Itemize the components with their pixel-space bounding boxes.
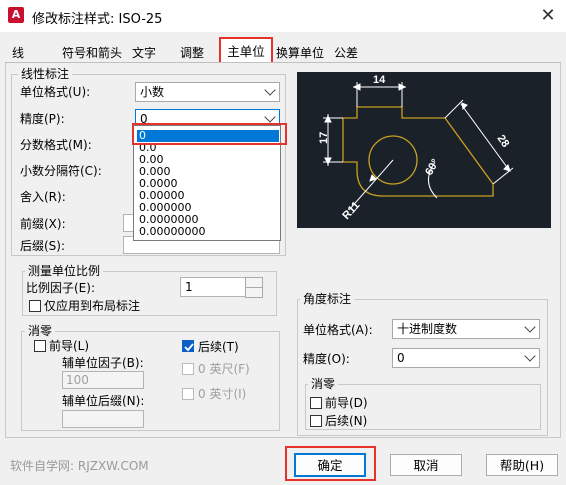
angular-unit-format-value: 十进制度数 — [397, 322, 458, 336]
help-button[interactable]: 帮助(H) — [486, 454, 558, 476]
tab-tolerances[interactable]: 公差 — [334, 44, 358, 62]
tab-text[interactable]: 文字 — [132, 44, 156, 62]
cancel-button[interactable]: 取消 — [390, 454, 462, 476]
precision-option[interactable]: 0.00000000 — [137, 226, 279, 238]
window-title: 修改标注样式: ISO-25 — [32, 12, 163, 27]
scale-factor-label: 比例因子(E): — [26, 281, 95, 295]
dim-angle-text: 60° — [423, 157, 442, 177]
sub-unit-suffix-input[interactable] — [62, 410, 144, 428]
precision-label: 精度(P): — [20, 112, 65, 126]
dim-diag-text: 28 — [495, 133, 512, 150]
angular-leading-checkbox[interactable] — [310, 397, 322, 409]
angular-precision-label: 精度(O): — [303, 352, 350, 366]
preview-pane: 14 17 28 60° R11 — [297, 72, 551, 228]
tab-primary-units[interactable]: 主单位 — [219, 37, 273, 64]
trailing-checkbox[interactable] — [182, 340, 194, 352]
angular-unit-format-label: 单位格式(A): — [303, 323, 373, 337]
dim-top-text: 14 — [373, 74, 386, 86]
tab-lines[interactable]: 线 — [12, 44, 24, 62]
trailing-label: 后续(T) — [198, 340, 239, 354]
tab-alternate-units[interactable]: 换算单位 — [276, 44, 324, 62]
unit-format-select[interactable]: 小数 — [135, 82, 280, 102]
zero-suppression-label: 消零 — [25, 324, 56, 338]
dim-radius-text: R11 — [340, 199, 362, 222]
app-icon: A — [8, 7, 24, 23]
feet-label: 0 英尺(F) — [198, 362, 250, 376]
sub-unit-suffix-label: 辅单位后缀(N): — [62, 394, 145, 408]
angular-trailing-label: 后续(N) — [325, 414, 368, 428]
angular-leading-label: 前导(D) — [325, 396, 368, 410]
angular-trailing-checkbox[interactable] — [310, 415, 322, 427]
roundoff-label: 舍入(R): — [20, 190, 66, 204]
angular-precision-value: 0 — [397, 351, 405, 365]
angular-dims-label: 角度标注 — [300, 292, 355, 306]
dim-left-text: 17 — [318, 132, 330, 144]
scale-factor-spinner[interactable] — [245, 277, 263, 298]
angular-zero-label: 消零 — [308, 377, 339, 391]
ok-highlight-box — [285, 446, 376, 481]
check-icon — [184, 343, 194, 352]
watermark: 软件自学网: RJZXW.COM — [10, 459, 149, 473]
leading-label: 前导(L) — [49, 339, 90, 353]
layout-only-checkbox[interactable] — [29, 300, 41, 312]
suffix-label: 后缀(S): — [20, 239, 66, 253]
chevron-down-icon — [524, 350, 536, 362]
inches-label: 0 英寸(I) — [198, 387, 247, 401]
chevron-down-icon — [524, 321, 536, 333]
layout-only-label: 仅应用到布局标注 — [44, 299, 141, 313]
unit-format-label: 单位格式(U): — [20, 85, 91, 99]
close-icon[interactable]: ✕ — [534, 4, 562, 28]
sub-unit-factor-input[interactable]: 100 — [62, 371, 144, 389]
spin-down-icon[interactable] — [245, 287, 263, 298]
fraction-format-label: 分数格式(M): — [20, 138, 92, 152]
angular-unit-format-select[interactable]: 十进制度数 — [392, 319, 540, 339]
chevron-down-icon — [264, 84, 276, 96]
decimal-separator-label: 小数分隔符(C): — [20, 164, 102, 178]
tab-symbols-arrows[interactable]: 符号和箭头 — [62, 44, 122, 62]
scale-group-label: 测量单位比例 — [25, 264, 104, 278]
inches-checkbox[interactable] — [182, 388, 194, 400]
highlight-box — [132, 123, 287, 145]
linear-dims-label: 线性标注 — [18, 67, 73, 81]
angular-precision-select[interactable]: 0 — [392, 348, 540, 368]
prefix-label: 前缀(X): — [20, 217, 66, 231]
tab-fit[interactable]: 调整 — [180, 44, 204, 62]
feet-checkbox[interactable] — [182, 363, 194, 375]
preview-drawing: 14 17 28 60° R11 — [318, 74, 514, 222]
sub-unit-factor-label: 辅单位因子(B): — [62, 356, 144, 370]
leading-checkbox[interactable] — [34, 340, 46, 352]
chevron-down-icon — [264, 111, 276, 123]
unit-format-value: 小数 — [140, 85, 165, 99]
